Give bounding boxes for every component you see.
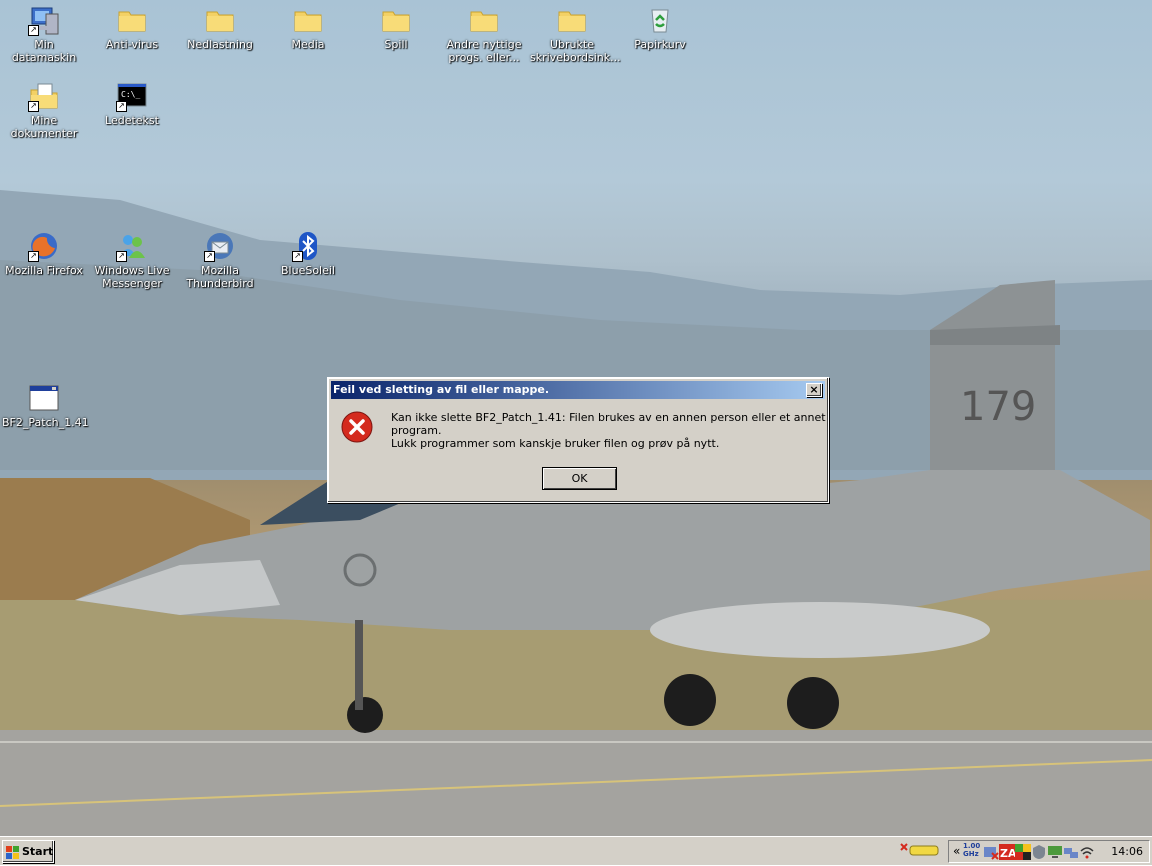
svg-text:ZA: ZA [1000, 847, 1015, 860]
desktop-icon-label: Spill [384, 38, 408, 51]
color-squares-icon[interactable] [1015, 844, 1031, 860]
system-tray: « 1.00 GHz ZA 14:06 [948, 840, 1150, 863]
application-window-icon [28, 382, 60, 414]
desktop-icon-label: Ubrukte skrivebordsink... [530, 38, 621, 64]
desktop-icon-bf2-patch[interactable]: BF2_Patch_1.41 [0, 382, 89, 429]
folder-icon [556, 4, 588, 36]
desktop-icon-papirkurv[interactable]: Papirkurv [616, 4, 704, 51]
bluetooth-icon: ↗ [292, 230, 324, 262]
desktop-icon-firefox[interactable]: ↗ Mozilla Firefox [0, 230, 88, 277]
desktop-icon-label: BlueSoleil [281, 264, 335, 277]
command-prompt-icon: C:\_ ↗ [116, 80, 148, 112]
folder-icon [468, 4, 500, 36]
desktop-icon-bluesoleil[interactable]: ↗ BlueSoleil [264, 230, 352, 277]
desktop-icon-label: Mine dokumenter [10, 114, 78, 140]
clock[interactable]: 14:06 [1111, 841, 1143, 862]
thunderbird-icon: ↗ [204, 230, 236, 262]
ok-button[interactable]: OK [542, 467, 617, 490]
start-button[interactable]: Start [2, 840, 54, 863]
desktop-icon-label: Andre nyttige progs. eller... [446, 38, 522, 64]
wireless-icon[interactable] [1079, 844, 1095, 860]
windows-logo-icon [6, 845, 20, 859]
app-tray-icon[interactable] [900, 842, 940, 858]
desktop-icon-ubrukte[interactable]: Ubrukte skrivebordsink... [528, 4, 621, 64]
desktop-icon-label: Media [291, 38, 325, 51]
desktop-icon-ledetekst[interactable]: C:\_ ↗ Ledetekst [88, 80, 176, 127]
desktop-icon-my-computer[interactable]: ↗ Min datamaskin [0, 4, 88, 64]
desktop-icon-nedlastning[interactable]: Nedlastning [176, 4, 264, 51]
network-x-icon[interactable] [983, 844, 999, 860]
desktop-icon-label: Mozilla Thunderbird [186, 264, 254, 290]
start-label: Start [22, 845, 54, 858]
desktop-icon-media[interactable]: Media [264, 4, 352, 51]
desktop-icon-live-messenger[interactable]: ↗ Windows Live Messenger [88, 230, 176, 290]
desktop[interactable]: 179 ↗ Min datamaskin Anti-virus Nedlastn… [0, 0, 1152, 836]
desktop-icon-andre-nyttige[interactable]: Andre nyttige progs. eller... [440, 4, 528, 64]
firefox-icon: ↗ [28, 230, 60, 262]
folder-icon [380, 4, 412, 36]
desktop-icon-anti-virus[interactable]: Anti-virus [88, 4, 176, 51]
taskbar: Start « 1.00 GHz ZA 14:06 [0, 836, 1152, 865]
folder-icon [292, 4, 324, 36]
zonealarm-icon[interactable]: ZA [999, 844, 1017, 860]
desktop-icon-mine-dokumenter[interactable]: ↗ Mine dokumenter [0, 80, 88, 140]
desktop-icon-label: Windows Live Messenger [94, 264, 170, 290]
error-dialog: Feil ved sletting av fil eller mappe. × … [327, 377, 829, 503]
folder-icon [116, 4, 148, 36]
tray-expand-button[interactable]: « [953, 844, 960, 858]
svg-text:C:\_: C:\_ [121, 90, 140, 99]
desktop-icon-label: Ledetekst [105, 114, 159, 127]
folder-icon [204, 4, 236, 36]
computer-icon: ↗ [28, 4, 60, 36]
desktop-icon-label: Mozilla Firefox [5, 264, 83, 277]
desktop-icon-thunderbird[interactable]: ↗ Mozilla Thunderbird [176, 230, 264, 290]
error-icon [341, 411, 373, 443]
messenger-icon: ↗ [116, 230, 148, 262]
dialog-title: Feil ved sletting av fil eller mappe. [333, 383, 549, 396]
dialog-hint: Lukk programmer som kanskje bruker filen… [391, 437, 720, 450]
desktop-icon-label: BF2_Patch_1.41 [2, 416, 89, 429]
cpu-speed-indicator[interactable]: 1.00 GHz [963, 842, 983, 858]
dialog-message: Kan ikke slette BF2_Patch_1.41: Filen br… [391, 411, 826, 437]
desktop-icon-label: Papirkurv [634, 38, 686, 51]
desktop-icon-spill[interactable]: Spill [352, 4, 440, 51]
shield-icon[interactable] [1031, 844, 1047, 860]
close-button[interactable]: × [806, 383, 822, 397]
svg-text:179: 179 [960, 384, 1036, 430]
desktop-icon-label: Min datamaskin [11, 38, 77, 64]
network-icon[interactable] [1063, 844, 1079, 860]
desktop-icon-label: Nedlastning [187, 38, 253, 51]
close-icon: × [809, 383, 819, 396]
dialog-titlebar[interactable]: Feil ved sletting av fil eller mappe. × [331, 381, 825, 399]
monitor-icon[interactable] [1047, 844, 1063, 860]
desktop-icon-label: Anti-virus [105, 38, 159, 51]
documents-folder-icon: ↗ [28, 80, 60, 112]
recycle-bin-icon [644, 4, 676, 36]
